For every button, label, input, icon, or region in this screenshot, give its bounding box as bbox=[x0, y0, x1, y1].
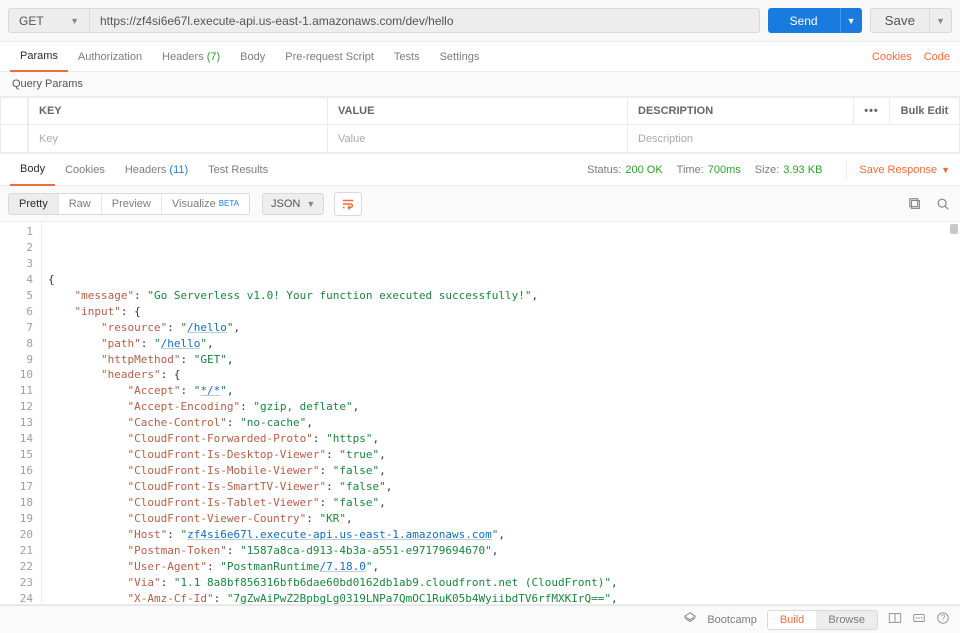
request-bar: GET ▼ https://zf4si6e67l.execute-api.us-… bbox=[0, 0, 960, 42]
http-method-label: GET bbox=[19, 14, 44, 28]
build-option[interactable]: Build bbox=[768, 611, 816, 629]
save-response-button[interactable]: Save Response ▼ bbox=[846, 160, 950, 180]
tab-headers-count: (7) bbox=[207, 51, 220, 63]
qp-more-button[interactable]: ••• bbox=[854, 97, 890, 125]
code-link[interactable]: Code bbox=[924, 51, 950, 63]
search-icon bbox=[936, 197, 950, 211]
view-visualize[interactable]: Visualize BETA bbox=[162, 194, 249, 214]
copy-button[interactable] bbox=[906, 195, 924, 213]
bootcamp-label[interactable]: Bootcamp bbox=[707, 614, 757, 626]
url-input[interactable]: https://zf4si6e67l.execute-api.us-east-1… bbox=[90, 8, 760, 33]
caret-down-icon: ▼ bbox=[936, 16, 945, 26]
query-params-table: KEY VALUE DESCRIPTION ••• Bulk Edit Key … bbox=[0, 97, 960, 154]
qp-desc-header: DESCRIPTION bbox=[628, 97, 854, 125]
resp-tab-tests[interactable]: Test Results bbox=[198, 154, 278, 186]
send-dropdown[interactable]: ▼ bbox=[840, 8, 862, 33]
cookies-link[interactable]: Cookies bbox=[872, 51, 912, 63]
caret-down-icon: ▼ bbox=[941, 165, 950, 175]
wrap-icon bbox=[341, 197, 355, 211]
bootcamp-icon[interactable] bbox=[683, 611, 697, 628]
url-value: https://zf4si6e67l.execute-api.us-east-1… bbox=[100, 14, 454, 28]
two-pane-icon[interactable] bbox=[888, 611, 902, 628]
resp-tab-body[interactable]: Body bbox=[10, 154, 55, 186]
help-icon[interactable]: ? bbox=[936, 611, 950, 628]
tab-body[interactable]: Body bbox=[230, 42, 275, 72]
view-mode-segment: Pretty Raw Preview Visualize BETA bbox=[8, 193, 250, 215]
qp-row: Key Value Description bbox=[0, 125, 960, 153]
copy-icon bbox=[908, 197, 922, 211]
time-label: Time: bbox=[677, 164, 704, 176]
response-status: Status: 200 OK Time: 700ms Size: 3.93 KB… bbox=[587, 160, 950, 180]
search-button[interactable] bbox=[934, 195, 952, 213]
view-pretty[interactable]: Pretty bbox=[9, 194, 59, 214]
qp-value-input[interactable]: Value bbox=[328, 125, 628, 153]
request-tabs: Params Authorization Headers (7) Body Pr… bbox=[0, 42, 960, 72]
view-preview[interactable]: Preview bbox=[102, 194, 162, 214]
caret-down-icon: ▼ bbox=[70, 16, 79, 26]
qp-check-cell[interactable] bbox=[0, 125, 28, 153]
browse-option[interactable]: Browse bbox=[816, 611, 877, 629]
resp-tab-cookies[interactable]: Cookies bbox=[55, 154, 115, 186]
save-dropdown[interactable]: ▼ bbox=[930, 8, 952, 33]
code-content[interactable]: { "message": "Go Serverless v1.0! Your f… bbox=[42, 222, 960, 604]
caret-down-icon: ▼ bbox=[306, 199, 315, 209]
query-params-heading: Query Params bbox=[0, 72, 960, 97]
view-raw[interactable]: Raw bbox=[59, 194, 102, 214]
tab-headers[interactable]: Headers (7) bbox=[152, 42, 230, 72]
status-label: Status: bbox=[587, 164, 621, 176]
response-tabs: Body Cookies Headers (11) Test Results S… bbox=[0, 154, 960, 186]
size-value: 3.93 KB bbox=[783, 164, 822, 176]
save-response-label: Save Response bbox=[859, 164, 937, 176]
qp-key-input[interactable]: Key bbox=[28, 125, 328, 153]
resp-tab-headers[interactable]: Headers (11) bbox=[115, 154, 198, 186]
beta-badge: BETA bbox=[219, 199, 239, 208]
qp-desc-input[interactable]: Description bbox=[628, 125, 960, 153]
format-label: JSON bbox=[271, 198, 300, 210]
save-button[interactable]: Save bbox=[870, 8, 930, 33]
response-view-bar: Pretty Raw Preview Visualize BETA JSON ▼ bbox=[0, 186, 960, 222]
qp-key-header: KEY bbox=[28, 97, 328, 125]
resp-headers-label: Headers bbox=[125, 164, 167, 176]
scroll-indicator[interactable] bbox=[950, 224, 958, 234]
svg-text:?: ? bbox=[941, 614, 946, 623]
send-button[interactable]: Send bbox=[768, 8, 840, 33]
time-value: 700ms bbox=[708, 164, 741, 176]
qp-check-header bbox=[0, 97, 28, 125]
wrap-toggle[interactable] bbox=[334, 192, 362, 216]
tab-authorization[interactable]: Authorization bbox=[68, 42, 152, 72]
line-gutter: 1234567891011121314151617181920212223242… bbox=[0, 222, 42, 604]
status-value: 200 OK bbox=[625, 164, 662, 176]
build-browse-toggle[interactable]: Build Browse bbox=[767, 610, 878, 630]
response-body: 1234567891011121314151617181920212223242… bbox=[0, 222, 960, 605]
bulk-edit-link[interactable]: Bulk Edit bbox=[890, 97, 960, 125]
qp-header-row: KEY VALUE DESCRIPTION ••• Bulk Edit bbox=[0, 97, 960, 125]
tab-prerequest[interactable]: Pre-request Script bbox=[275, 42, 384, 72]
view-visualize-label: Visualize bbox=[172, 198, 216, 210]
qp-value-header: VALUE bbox=[328, 97, 628, 125]
resp-headers-count: (11) bbox=[169, 164, 188, 176]
size-label: Size: bbox=[755, 164, 779, 176]
caret-down-icon: ▼ bbox=[847, 16, 856, 26]
status-bar: Bootcamp Build Browse ? bbox=[0, 605, 960, 633]
tab-tests[interactable]: Tests bbox=[384, 42, 430, 72]
http-method-select[interactable]: GET ▼ bbox=[8, 8, 90, 33]
format-select[interactable]: JSON ▼ bbox=[262, 193, 324, 215]
shortcuts-icon[interactable] bbox=[912, 611, 926, 628]
tab-settings[interactable]: Settings bbox=[430, 42, 490, 72]
tab-params[interactable]: Params bbox=[10, 42, 68, 72]
tab-headers-label: Headers bbox=[162, 51, 204, 63]
